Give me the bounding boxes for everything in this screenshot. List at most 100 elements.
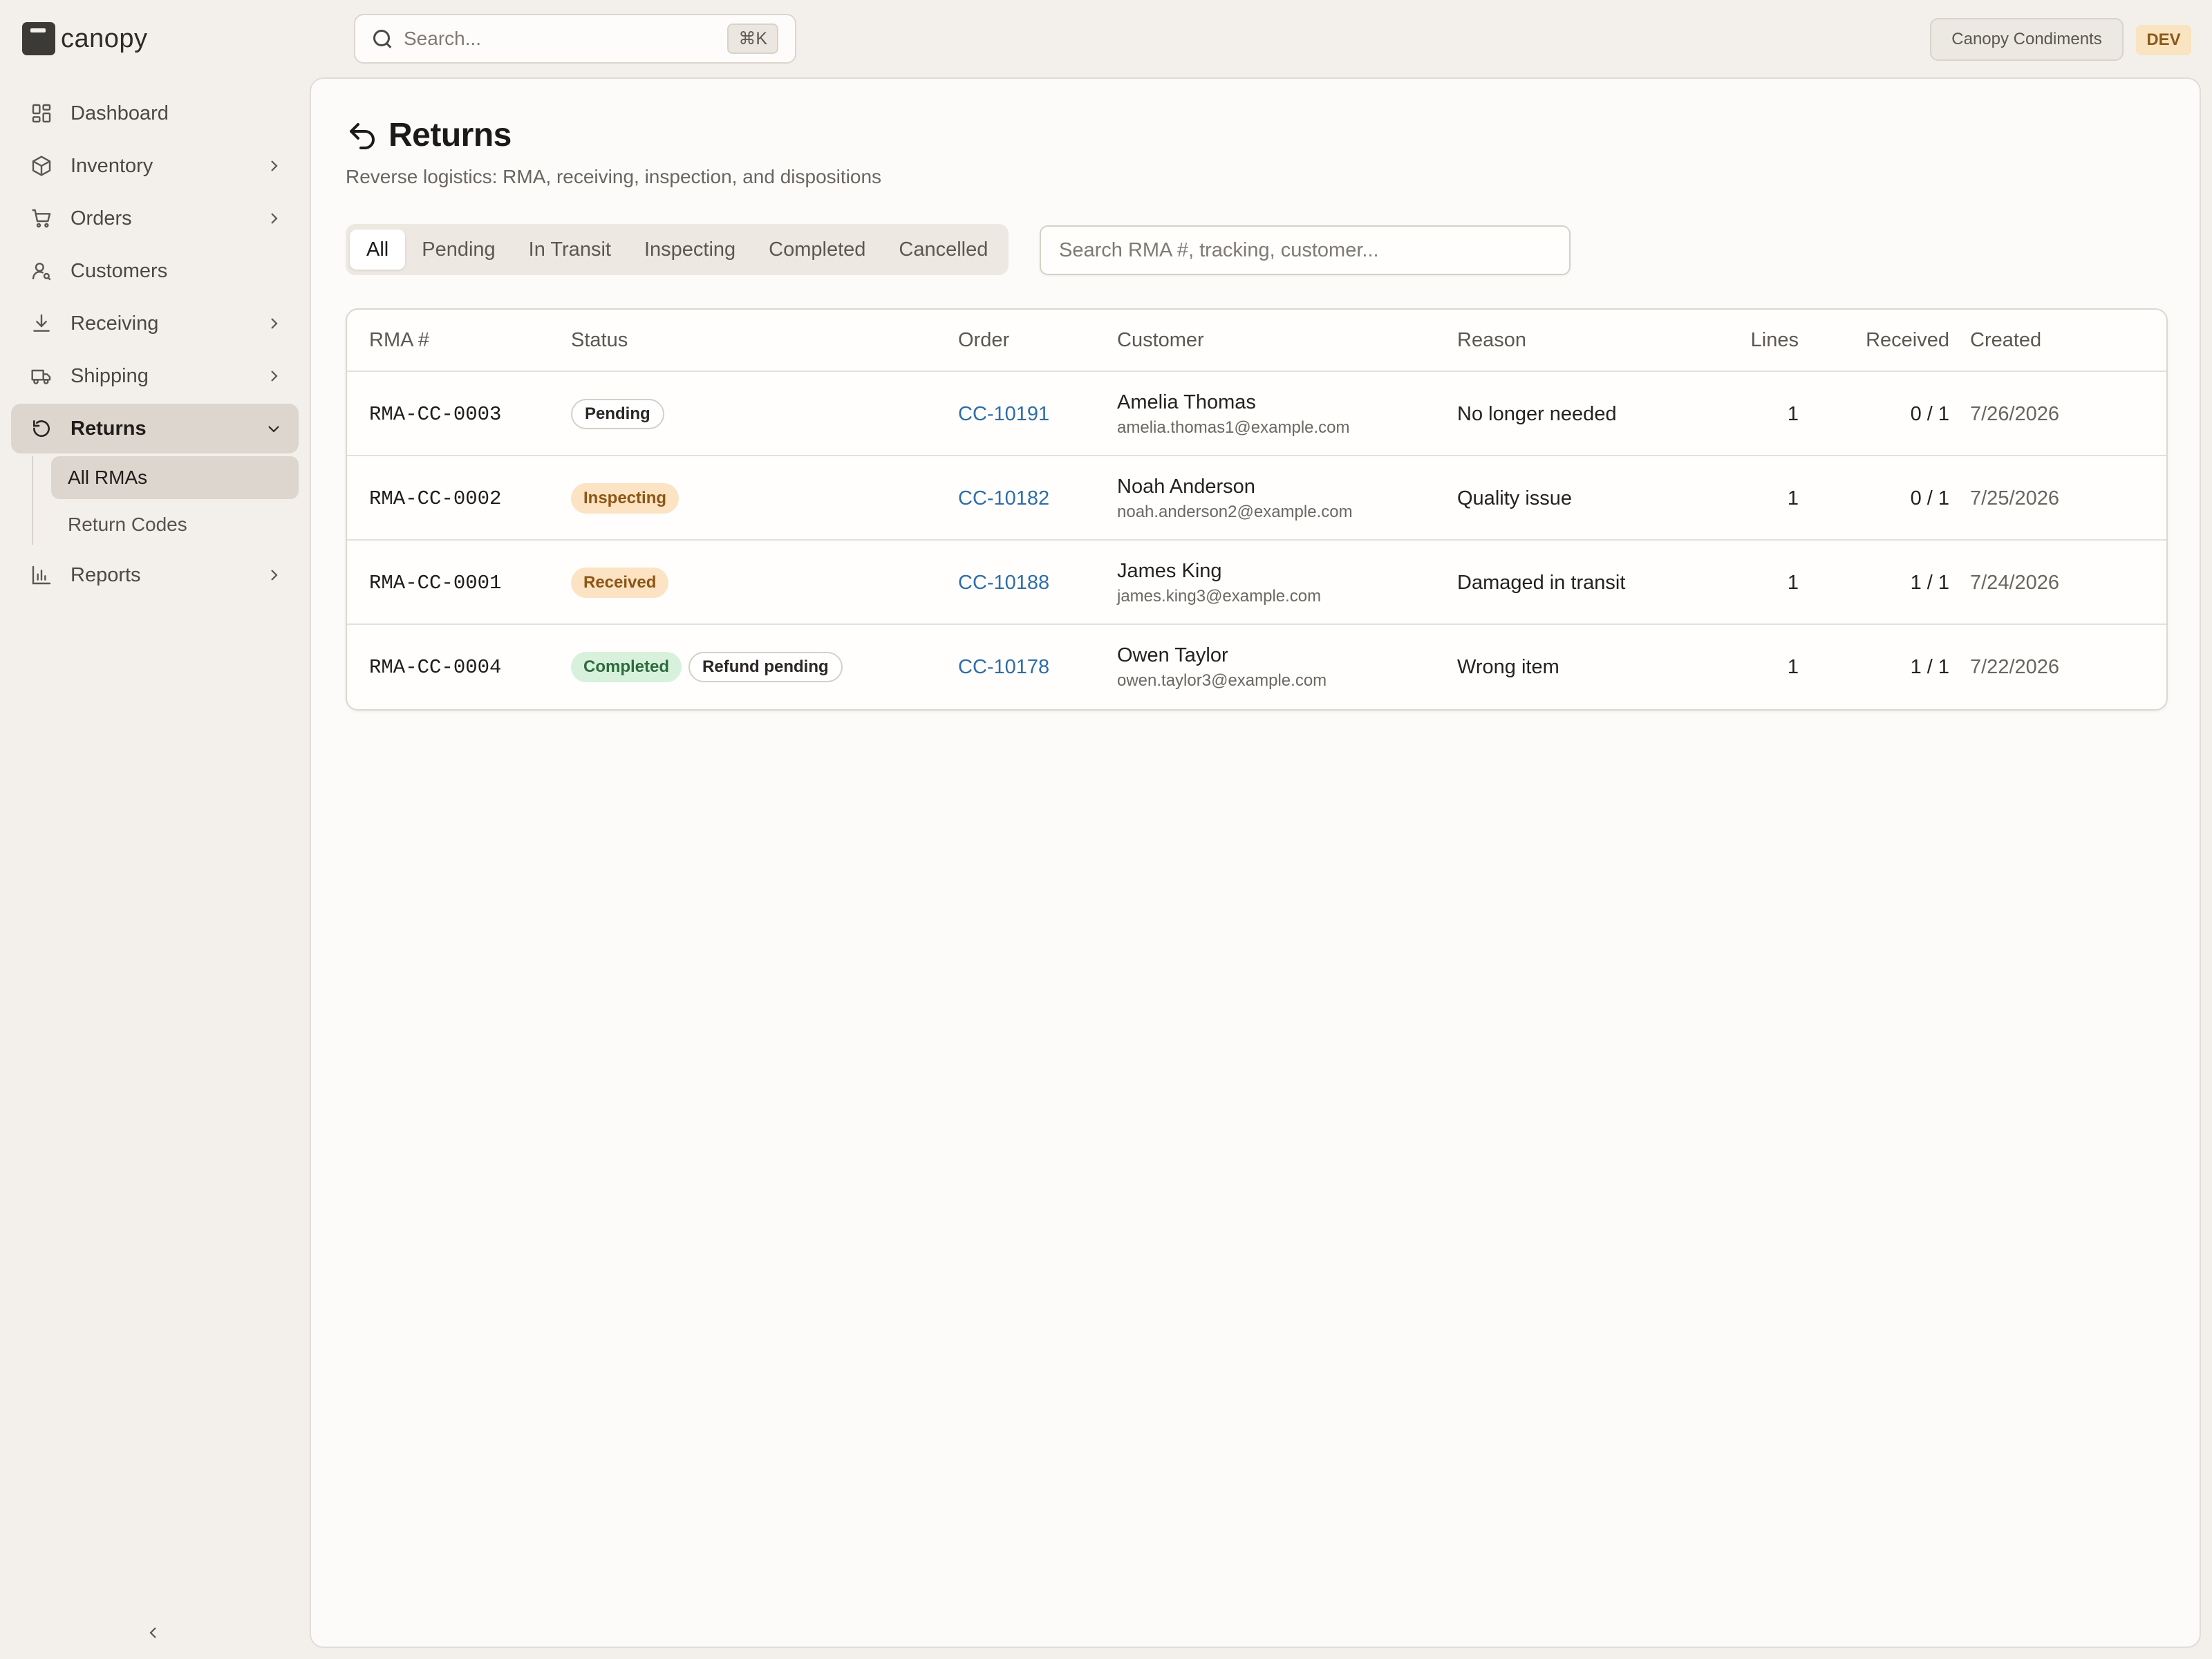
table-row[interactable]: RMA-CC-0002 Inspecting CC-10182 Noah And… — [347, 455, 2166, 539]
status-badge: Pending — [571, 399, 664, 429]
created-cell: 7/22/2026 — [1970, 655, 2060, 678]
tab-cancelled[interactable]: Cancelled — [882, 229, 1004, 270]
customer-cell: James King james.king3@example.com — [1117, 541, 1321, 625]
page-header: Returns — [346, 116, 512, 154]
order-link[interactable]: CC-10182 — [958, 456, 1049, 541]
sidebar-subitem-all-rmas[interactable]: All RMAs — [51, 456, 299, 499]
page-subtitle: Reverse logistics: RMA, receiving, inspe… — [346, 166, 882, 187]
sidebar-item-receiving[interactable]: Receiving — [11, 299, 299, 348]
customer-name: Amelia Thomas — [1117, 391, 1256, 413]
customer-name: Noah Anderson — [1117, 475, 1255, 498]
refund-badge: Refund pending — [688, 652, 843, 682]
sidebar-item-label: Returns — [71, 417, 147, 440]
status-cell: Received — [571, 541, 675, 625]
search-placeholder: Search... — [404, 28, 482, 49]
download-icon — [29, 311, 54, 336]
rma-number: RMA-CC-0003 — [369, 402, 502, 426]
customer-cell: Noah Anderson noah.anderson2@example.com — [1117, 456, 1353, 541]
column-header-customer[interactable]: Customer — [1117, 310, 1204, 371]
reason-cell: Wrong item — [1457, 655, 1559, 678]
tab-all[interactable]: All — [350, 229, 406, 270]
tab-completed[interactable]: Completed — [752, 229, 882, 270]
customer-name: James King — [1117, 559, 1222, 582]
column-header-created[interactable]: Created — [1970, 310, 2041, 371]
org-switcher-button[interactable]: Canopy Condiments — [1930, 18, 2124, 61]
received-cell: 1 / 1 — [1910, 571, 1949, 594]
received-cell: 1 / 1 — [1910, 655, 1949, 678]
box-icon — [29, 153, 54, 178]
chevron-right-icon — [260, 561, 288, 589]
column-header-received[interactable]: Received — [1826, 310, 1949, 371]
submenu-guide-line — [32, 456, 33, 545]
lines-cell: 1 — [1787, 402, 1799, 425]
sidebar-item-label: Customers — [71, 259, 168, 282]
column-header-lines[interactable]: Lines — [1716, 310, 1799, 371]
status-cell: Pending — [571, 372, 671, 456]
users-icon — [29, 259, 54, 283]
reason-cell: Quality issue — [1457, 487, 1573, 509]
order-link[interactable]: CC-10188 — [958, 541, 1049, 625]
global-search[interactable]: Search... ⌘K — [354, 14, 796, 64]
lines-cell: 1 — [1787, 571, 1799, 594]
lines-cell: 1 — [1787, 655, 1799, 678]
sidebar-item-orders[interactable]: Orders — [11, 194, 299, 243]
chevron-right-icon — [260, 362, 288, 390]
received-cell: 0 / 1 — [1910, 402, 1949, 425]
sidebar-item-label: Orders — [71, 207, 132, 229]
customer-name: Owen Taylor — [1117, 644, 1228, 666]
sidebar-item-shipping[interactable]: Shipping — [11, 351, 299, 401]
app-logo[interactable]: canopy — [22, 21, 148, 57]
undo-icon — [350, 122, 375, 149]
customer-email: amelia.thomas1@example.com — [1117, 418, 1350, 437]
customer-cell: Owen Taylor owen.taylor3@example.com — [1117, 625, 1327, 709]
column-header-rma[interactable]: RMA # — [369, 310, 429, 371]
collapse-sidebar-button[interactable] — [138, 1618, 169, 1648]
reason-cell: Damaged in transit — [1457, 571, 1626, 594]
table-row[interactable]: RMA-CC-0001 Received CC-10188 James King… — [347, 539, 2166, 624]
column-header-reason[interactable]: Reason — [1457, 310, 1526, 371]
shortcut-hint: ⌘K — [727, 24, 778, 54]
created-cell: 7/25/2026 — [1970, 487, 2060, 509]
sidebar-item-customers[interactable]: Customers — [11, 246, 299, 296]
status-cell: Completed Refund pending — [571, 625, 850, 709]
sidebar-item-dashboard[interactable]: Dashboard — [11, 88, 299, 138]
sidebar-item-label: Inventory — [71, 154, 153, 177]
status-badge: Completed — [571, 652, 682, 682]
app-name: canopy — [61, 24, 148, 53]
rma-number: RMA-CC-0004 — [369, 655, 502, 679]
status-cell: Inspecting — [571, 456, 686, 541]
rma-search-input[interactable]: Search RMA #, tracking, customer... — [1040, 225, 1571, 275]
search-icon — [372, 28, 393, 49]
logo-icon — [22, 22, 55, 55]
status-tabs: All Pending In Transit Inspecting Comple… — [346, 224, 1009, 275]
chevron-right-icon — [260, 152, 288, 180]
table-row[interactable]: RMA-CC-0003 Pending CC-10191 Amelia Thom… — [347, 371, 2166, 455]
main-panel: Returns Reverse logistics: RMA, receivin… — [310, 77, 2201, 1648]
sidebar-subitem-return-codes[interactable]: Return Codes — [51, 503, 299, 546]
sidebar-item-reports[interactable]: Reports — [11, 550, 299, 600]
table-row[interactable]: RMA-CC-0004 Completed Refund pending CC-… — [347, 624, 2166, 708]
rma-number: RMA-CC-0001 — [369, 571, 502, 594]
order-link[interactable]: CC-10191 — [958, 372, 1049, 456]
status-badge: Inspecting — [571, 483, 679, 514]
customer-email: james.king3@example.com — [1117, 586, 1322, 606]
chevron-down-icon — [260, 415, 288, 442]
bar-chart-icon — [29, 563, 54, 588]
column-header-order[interactable]: Order — [958, 310, 1009, 371]
order-link[interactable]: CC-10178 — [958, 625, 1049, 709]
chevron-right-icon — [260, 310, 288, 337]
sidebar-item-returns[interactable]: Returns — [11, 404, 299, 453]
received-cell: 0 / 1 — [1910, 487, 1949, 509]
tab-pending[interactable]: Pending — [405, 229, 512, 270]
rma-table: RMA # Status Order Customer Reason Lines… — [346, 308, 2168, 711]
tab-in-transit[interactable]: In Transit — [512, 229, 628, 270]
sidebar-item-label: Reports — [71, 563, 141, 586]
sidebar-item-label: Dashboard — [71, 102, 169, 124]
tab-inspecting[interactable]: Inspecting — [628, 229, 752, 270]
sidebar-item-inventory[interactable]: Inventory — [11, 141, 299, 191]
status-badge: Received — [571, 568, 669, 598]
reason-cell: No longer needed — [1457, 402, 1617, 425]
page-title: Returns — [388, 117, 512, 153]
created-cell: 7/24/2026 — [1970, 571, 2060, 594]
column-header-status[interactable]: Status — [571, 310, 628, 371]
